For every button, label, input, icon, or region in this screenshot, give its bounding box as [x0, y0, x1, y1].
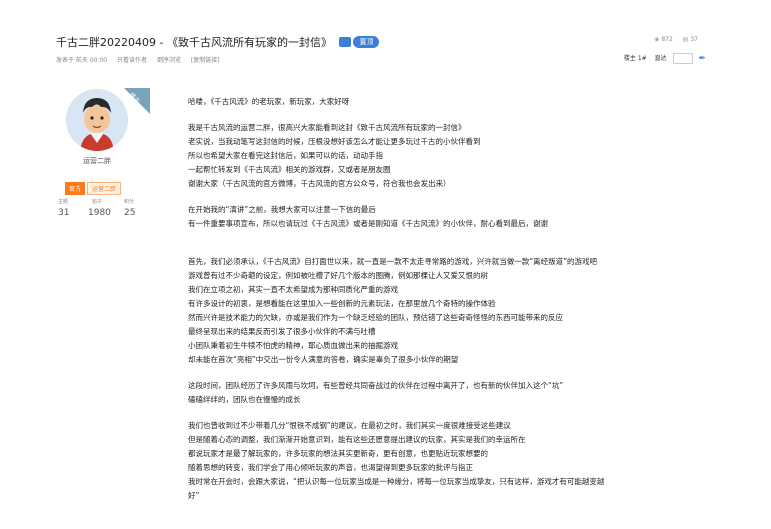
stat-posts[interactable]: 帖子 1980: [88, 198, 111, 218]
paragraph-notice: 在开始我的“演讲”之前，我想大家可以注意一下信的最后 有一件重要事项宣布，所以也…: [188, 203, 728, 231]
floor-label: 楼主 1#: [623, 55, 647, 62]
text-line: 一起帮忙转发到《千古风流》相关的游戏群，又或者是朋友圈: [188, 165, 391, 174]
text-line: 好”: [188, 491, 200, 500]
thread-meta: 发表于 前天 00:00 只看该作者 倒序浏览 [复制链接]: [56, 55, 228, 64]
official-badge: 官方: [65, 182, 86, 195]
views-count: 872: [661, 36, 673, 43]
text-line: 都说玩家才是最了解玩家的，许多玩家的想法其实更新奇，更有创意，也更贴近玩家想要的: [188, 449, 488, 458]
text-line: 最终呈现出来的结果反而引发了很多小伙伴的不满与吐槽: [188, 327, 376, 336]
thread-title: 千古二胖20220409 - 《致千古风流所有玩家的一封信》 置顶: [56, 34, 380, 50]
text-line: 有许多设计的初衷，是想看能在这里加入一些创新的元素玩法，在那里放几个奇特的操作体…: [188, 299, 496, 308]
text-line: 谢谢大家（千古风流的官方微博，千古风流的官方公众号，符合我也会发出来）: [188, 179, 451, 188]
stat-threads-value: 31: [58, 208, 70, 218]
role-badge: 运营二胖: [87, 182, 122, 195]
text-line: 我们在立项之初，其实一直不太希望成为那种同质化严重的游戏: [188, 285, 398, 294]
stat-points-value: 25: [124, 208, 136, 218]
stat-threads[interactable]: 主题 31: [58, 198, 69, 218]
replies-count: 37: [690, 36, 698, 43]
stat-threads-label: 主题: [58, 199, 69, 205]
reverse-order-link[interactable]: 倒序浏览: [157, 57, 181, 64]
text-line: 这段时间，团队经历了许多风雨与坎坷，有些曾经共同奋战过的伙伴在过程中离开了，也有…: [188, 381, 564, 390]
text-line: 磕磕绊绊的，团队也在慢慢的成长: [188, 395, 301, 404]
text-line: 我时常在开会时，会跟大家说，“把认识每一位玩家当成是一种缘分，将每一位玩家当成挚…: [188, 477, 605, 486]
text-line: 然而兴许是技术能力的欠缺，亦或是我们作为一个缺乏经验的团队，预估错了这些奇奇怪怪…: [188, 313, 563, 322]
only-author-link[interactable]: 只看该作者: [117, 57, 147, 64]
jump-label: 直达: [654, 55, 667, 62]
stat-posts-label: 帖子: [92, 199, 103, 205]
text-line: 但是随着心态的调整，我们渐渐开始意识到，能有这些还愿意提出建议的玩家，其实是我们…: [188, 435, 526, 444]
stat-points-label: 积分: [124, 199, 135, 205]
paragraph-team: 这段时间，团队经历了许多风雨与坎坷，有些曾经共同奋战过的伙伴在过程中离开了，也有…: [188, 379, 728, 407]
author-badges: 官方 运营二胖: [65, 176, 122, 195]
avatar-illustration: [66, 89, 128, 151]
text-line: 首先，我们必须承认，《千古风流》自打面世以来，就一直是一款不太走寻常路的游戏，兴…: [188, 257, 598, 266]
text-line: 我是千古风流的运营二胖，很高兴大家能看到这封《致千古风流所有玩家的一封信》: [188, 123, 466, 132]
floor-jump-input[interactable]: [672, 53, 693, 64]
comment-icon: ▤: [682, 36, 689, 43]
copy-link-button[interactable]: [复制链接]: [191, 57, 220, 64]
paragraph-intro: 我是千古风流的运营二胖，很高兴大家能看到这封《致千古风流所有玩家的一封信》 老实…: [188, 121, 728, 191]
text-line: 我们也曾收到过不少带着几分“恨铁不成钢”的建议，在最初之时，我们其实一度很难接受…: [188, 421, 511, 430]
author-name[interactable]: 运营二胖: [56, 156, 138, 166]
text-line: 游戏曾有过不少奇葩的设定，例如被吐槽了好几个版本的图腾，例如那棵让人又爱又恨的树: [188, 271, 488, 280]
avatar[interactable]: [66, 89, 128, 151]
stat-posts-value: 1980: [88, 208, 111, 218]
text-line: 老实说，当我动笔写这封信的时候，压根没想好该怎么才能让更多玩过千古的小伙伴看到: [188, 137, 481, 146]
text-line: 哈喽，《千古风流》的老玩家，新玩家，大家好呀: [188, 97, 350, 106]
pin-icon: [339, 37, 352, 47]
paragraph-history: 首先，我们必须承认，《千古风流》自打面世以来，就一直是一款不太走寻常路的游戏，兴…: [188, 255, 728, 367]
stat-points[interactable]: 积分 25: [124, 198, 135, 218]
eye-icon: ◉: [654, 36, 660, 43]
pinned-tag: 置顶: [339, 35, 380, 48]
paragraph-greeting: 哈喽，《千古风流》的老玩家，新玩家，大家好呀: [188, 95, 728, 109]
pinned-tag-label: 置顶: [353, 36, 380, 48]
thread-header: 千古二胖20220409 - 《致千古风流所有玩家的一封信》 置顶 发表于 前天…: [56, 28, 716, 66]
thread-stats: ◉ 872 ▤ 37: [654, 36, 706, 43]
wrench-icon[interactable]: ✒: [698, 54, 706, 64]
text-line: 有一件重要事项宣布，所以也请玩过《千古风流》或者是刚知道《千古风流》的小伙伴，耐…: [188, 219, 548, 228]
text-line: 小团队秉着初生牛犊不怕虎的精神，耶心质血做出来的抽掘游戏: [188, 341, 398, 350]
thread-title-text: 千古二胖20220409 - 《致千古风流所有玩家的一封信》: [56, 36, 332, 49]
paragraph-feedback: 我们也曾收到过不少带着几分“恨铁不成钢”的建议，在最初之时，我们其实一度很难接受…: [188, 419, 728, 503]
text-line: 却未能在首次“亮相”中交出一份令人满意的答卷，确实是辜负了很多小伙伴的期望: [188, 355, 459, 364]
post-content: 哈喽，《千古风流》的老玩家，新玩家，大家好呀 我是千古风流的运营二胖，很高兴大家…: [188, 95, 728, 503]
text-line: 所以也希望大家在看完这封信后，如果可以的话，动动手指: [188, 151, 383, 160]
post-time: 发表于 前天 00:00: [56, 57, 108, 64]
text-line: 在开始我的“演讲”之前，我想大家可以注意一下信的最后: [188, 205, 376, 214]
text-line: 随着思想的转变，我们学会了用心倾听玩家的声音，也渴望得到更多玩家的批评与指正: [188, 463, 473, 472]
floor-bar: 楼主 1# 直达 ✒: [624, 53, 706, 64]
